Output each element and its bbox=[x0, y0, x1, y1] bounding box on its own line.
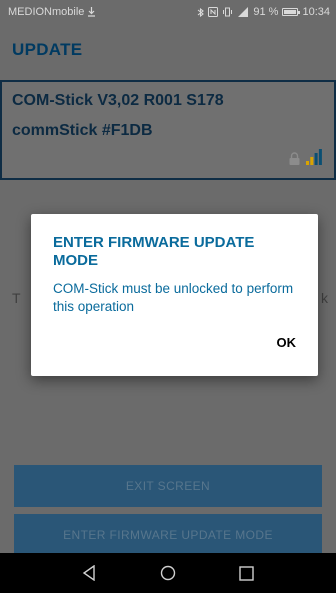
back-icon[interactable] bbox=[74, 558, 104, 588]
home-icon[interactable] bbox=[153, 558, 183, 588]
enter-firmware-update-button[interactable]: ENTER FIRMWARE UPDATE MODE bbox=[14, 514, 322, 556]
status-time: 10:34 bbox=[302, 6, 330, 18]
status-bar: MEDIONmobile 91 % 10:34 bbox=[0, 0, 336, 24]
bluetooth-icon bbox=[197, 7, 205, 18]
lock-icon bbox=[289, 152, 300, 170]
recents-icon[interactable] bbox=[232, 558, 262, 588]
background-text-right: k bbox=[321, 290, 328, 306]
battery-percent: 91 % bbox=[253, 6, 279, 18]
signal-strength-icon bbox=[306, 149, 322, 170]
download-icon bbox=[87, 7, 96, 17]
app-bar: UPDATE bbox=[0, 24, 336, 76]
navigation-bar bbox=[0, 553, 336, 593]
firmware-update-dialog: ENTER FIRMWARE UPDATE MODE COM-Stick mus… bbox=[31, 214, 318, 376]
carrier-label: MEDIONmobile bbox=[8, 6, 85, 18]
exit-screen-button[interactable]: EXIT SCREEN bbox=[14, 465, 322, 507]
device-name: commStick #F1DB bbox=[12, 122, 153, 139]
signal-icon bbox=[237, 7, 249, 17]
dialog-title: ENTER FIRMWARE UPDATE MODE bbox=[53, 234, 255, 269]
battery-fill bbox=[284, 10, 297, 14]
battery-icon bbox=[282, 8, 301, 16]
nfc-icon bbox=[208, 7, 219, 17]
device-firmware: COM-Stick V3,02 R001 S178 bbox=[12, 92, 224, 109]
screen: MEDIONmobile 91 % 10:34 UPDATE COM-Stick… bbox=[0, 0, 336, 593]
page-title: UPDATE bbox=[12, 40, 83, 59]
vibrate-icon bbox=[222, 7, 233, 17]
device-card[interactable]: COM-Stick V3,02 R001 S178 commStick #F1D… bbox=[0, 80, 336, 180]
background-text-left: T bbox=[12, 290, 21, 306]
dialog-message: COM-Stick must be unlocked to perform th… bbox=[53, 281, 294, 314]
ok-button[interactable]: OK bbox=[269, 329, 305, 356]
